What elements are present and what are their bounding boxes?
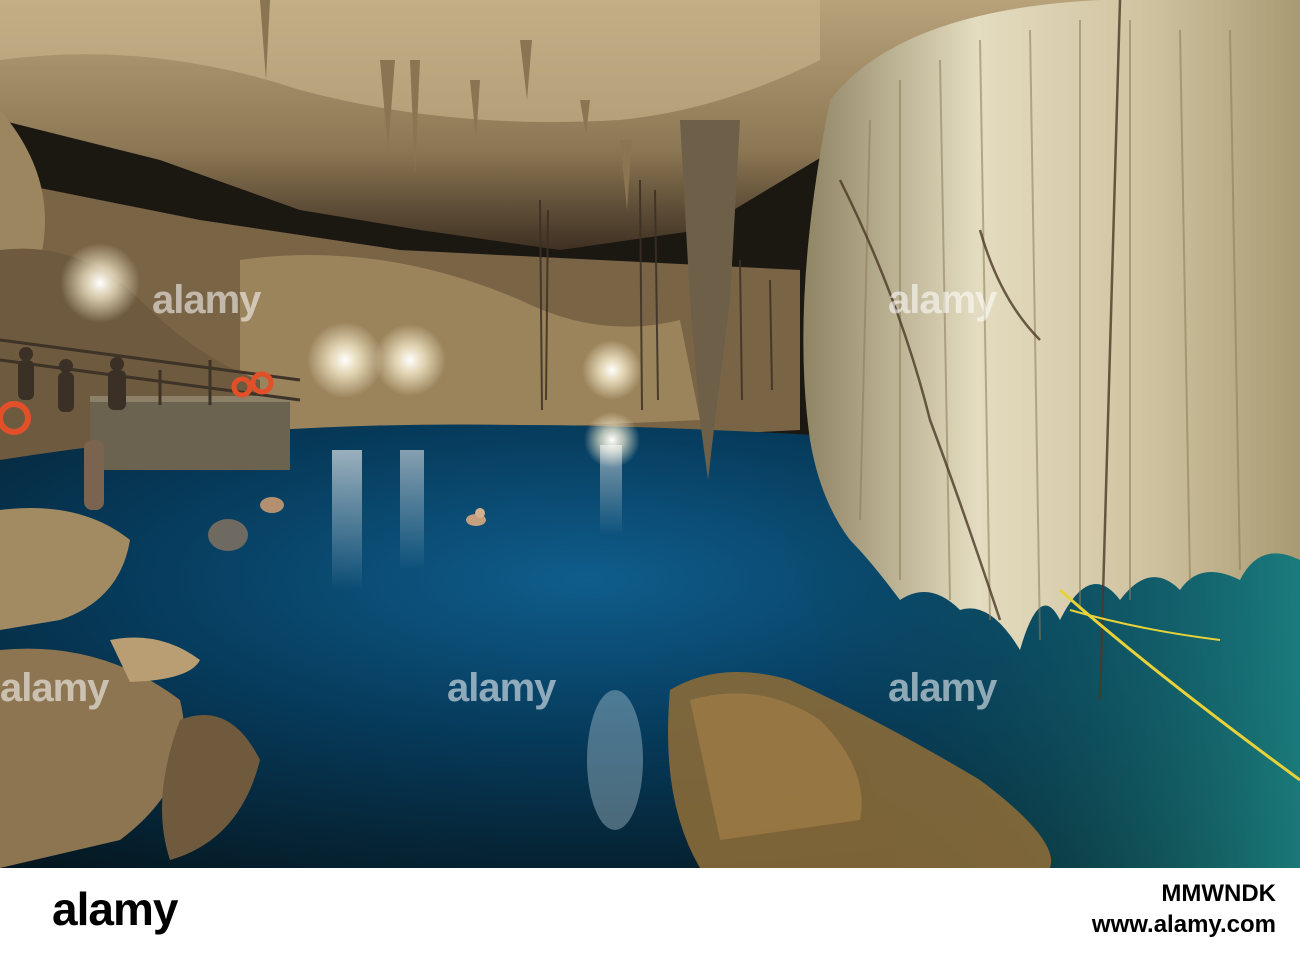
- lamp-glow: [582, 340, 642, 400]
- cave-photo-illustration: [0, 0, 1300, 868]
- light-reflection: [600, 445, 622, 535]
- lamp-glow: [60, 243, 140, 323]
- drapery-formation: [803, 0, 1300, 650]
- image-id: MMWNDK: [1161, 880, 1276, 907]
- light-reflection: [332, 450, 362, 590]
- swimmer: [208, 519, 248, 551]
- watermark: alamy: [447, 666, 556, 710]
- footer-bar: alamy MMWNDK www.alamy.com: [0, 868, 1300, 957]
- brand-logo: alamy: [52, 883, 178, 935]
- watermark: alamy: [888, 278, 997, 322]
- lamp-glow: [374, 324, 446, 396]
- watermark: alamy: [0, 666, 109, 710]
- watermark: alamy: [152, 278, 261, 322]
- footer-info: MMWNDK www.alamy.com: [1092, 880, 1276, 940]
- swimmer: [260, 497, 284, 513]
- light-reflection: [587, 690, 643, 830]
- walkway: [90, 400, 290, 470]
- watermark: alamy: [888, 666, 997, 710]
- cave-photo: alamy alamy alamy alamy alamy: [0, 0, 1300, 868]
- lamp-glow: [307, 322, 383, 398]
- site-url: www.alamy.com: [1091, 910, 1276, 938]
- light-reflection: [400, 450, 424, 570]
- person: [84, 440, 104, 510]
